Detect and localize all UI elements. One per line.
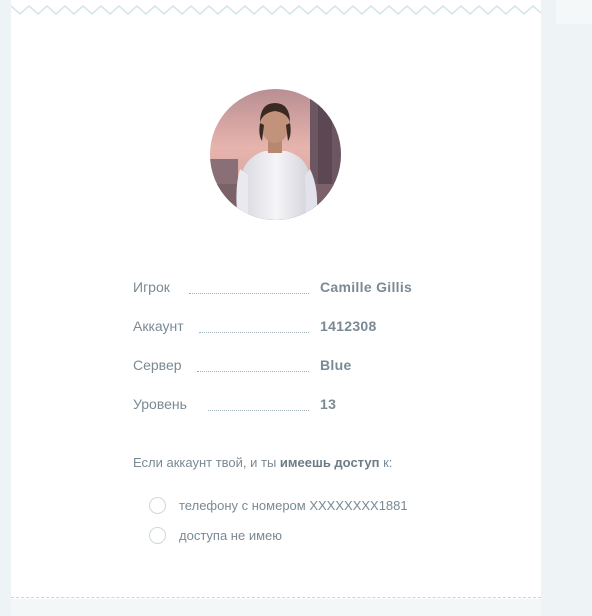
- account-label: Аккаунт: [133, 318, 184, 334]
- question-prefix: Если аккаунт твой, и ты: [133, 455, 280, 470]
- option-no-access-label[interactable]: доступа не имею: [179, 527, 282, 545]
- player-name: Camille Gillis: [320, 279, 413, 295]
- level-value: 13: [320, 396, 337, 412]
- account-id: 1412308: [320, 318, 377, 334]
- zigzag-edge: [11, 4, 541, 16]
- account-card: Игрок Camille Gillis Аккаунт 1412308 Сер…: [11, 0, 541, 616]
- dotted-leader: [197, 371, 309, 372]
- level-label: Уровень: [133, 396, 187, 412]
- player-avatar: [210, 89, 341, 220]
- avatar-image: [210, 89, 341, 220]
- question-suffix: к:: [379, 455, 393, 470]
- server-name: Blue: [320, 357, 352, 373]
- info-row-account: Аккаунт 1412308: [133, 315, 433, 337]
- question-emphasis: имеешь доступ: [279, 455, 380, 470]
- info-row-player: Игрок Camille Gillis: [133, 276, 433, 298]
- info-row-level: Уровень 13: [133, 393, 433, 415]
- access-question: Если аккаунт твой, и ты имеешь доступ к:: [133, 454, 392, 472]
- info-row-server: Сервер Blue: [133, 354, 433, 376]
- radio-no-access[interactable]: [149, 527, 166, 544]
- server-label: Сервер: [133, 357, 182, 373]
- dotted-leader: [199, 332, 309, 333]
- divider: [11, 597, 541, 598]
- dotted-leader: [189, 293, 309, 294]
- option-phone-label[interactable]: телефону с номером XXXXXXXX1881: [179, 497, 408, 515]
- card-footer: [11, 599, 541, 616]
- side-panel-edge: [556, 0, 592, 24]
- dotted-leader: [208, 410, 309, 411]
- radio-phone[interactable]: [149, 497, 166, 514]
- player-label: Игрок: [133, 279, 170, 295]
